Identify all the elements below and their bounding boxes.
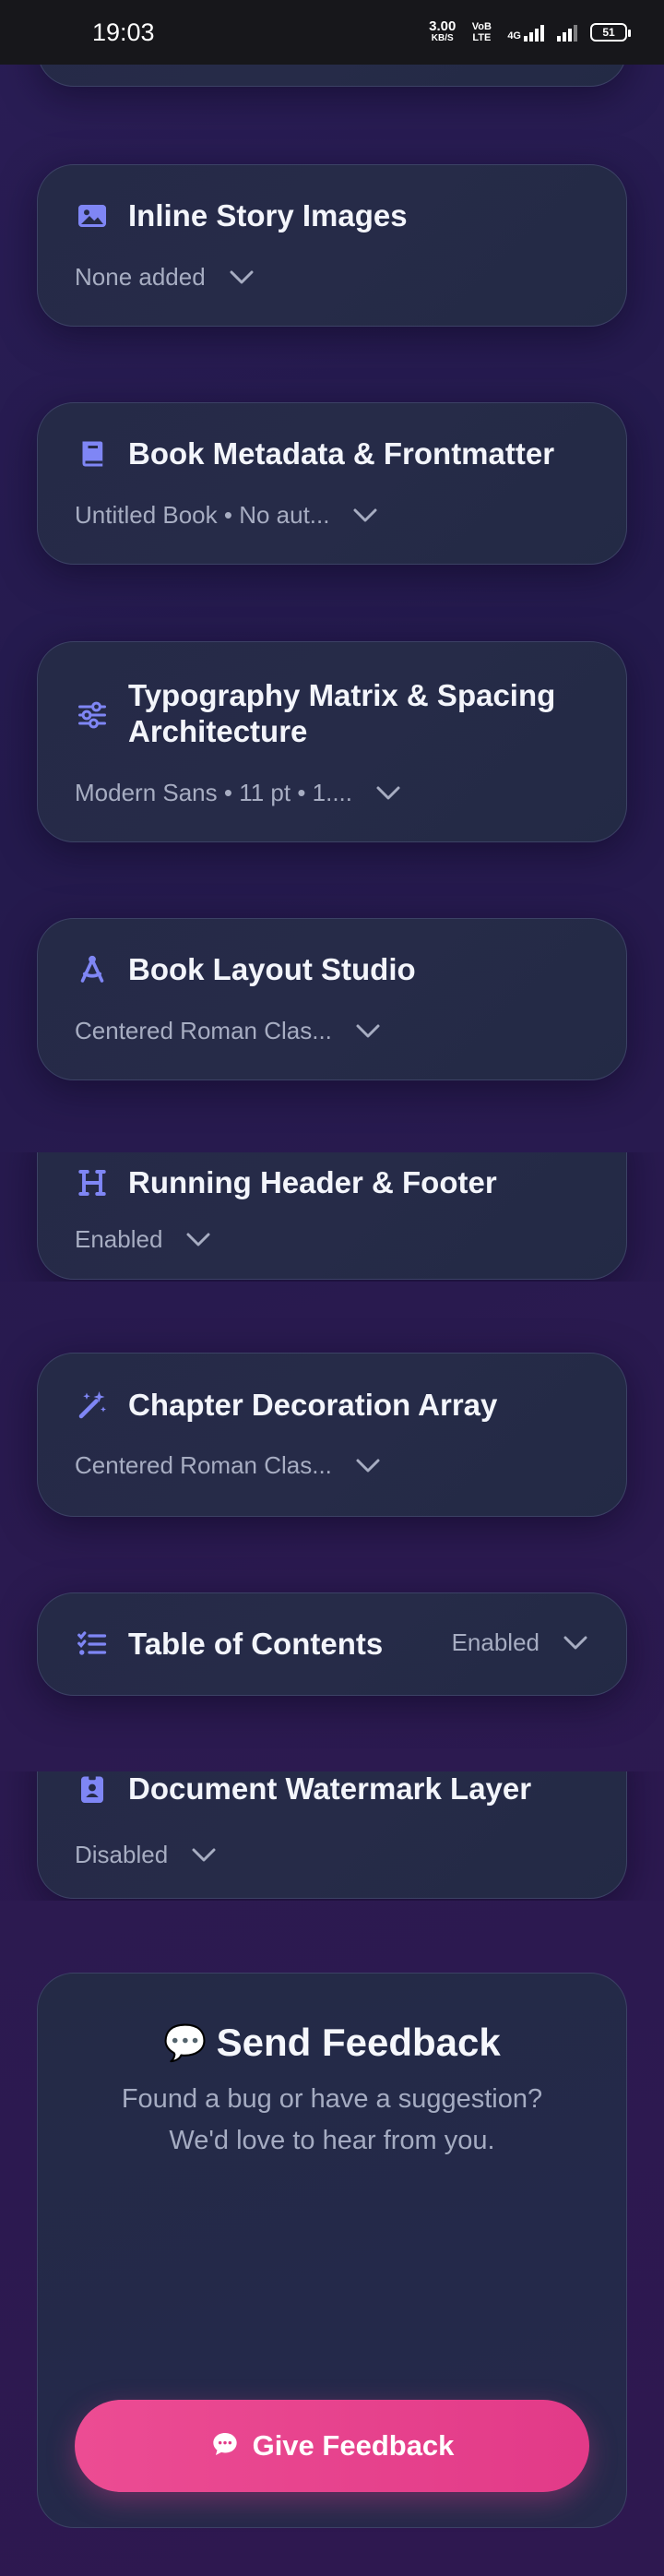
chevron-down-icon[interactable]: [184, 1231, 212, 1249]
book-layout-studio-card[interactable]: Book Layout Studio Centered Roman Clas..…: [37, 918, 627, 1080]
inline-story-images-card[interactable]: Inline Story Images None added: [37, 164, 627, 327]
sliders-icon: [75, 698, 110, 733]
document-watermark-card[interactable]: Document Watermark Layer Disabled: [37, 1771, 627, 1899]
chevron-down-icon[interactable]: [228, 268, 255, 287]
card-title: Book Metadata & Frontmatter: [128, 436, 555, 471]
status-text: Enabled: [451, 1628, 540, 1656]
card-title-continued: Architecture: [128, 714, 308, 748]
battery-level: 51: [602, 26, 615, 39]
card-summary: Untitled Book • No aut...: [75, 501, 330, 529]
volte-indicator: VoB LTE: [471, 21, 492, 43]
card-title: Document Watermark Layer: [128, 1771, 532, 1806]
speech-bubble-icon: 💬: [163, 2021, 208, 2063]
status-time: 19:03: [92, 18, 155, 46]
compass-drafting-icon: [75, 952, 110, 987]
card-title: Book Layout Studio: [128, 952, 416, 986]
give-feedback-label: Give Feedback: [252, 2429, 455, 2462]
feedback-title: Send Feedback: [216, 2021, 501, 2064]
card-title: Chapter Decoration Array: [128, 1388, 498, 1422]
image-icon: [75, 198, 110, 233]
send-feedback-card: 💬 Send Feedback Found a bug or have a su…: [37, 1973, 627, 2528]
network-type: 4G: [507, 30, 521, 42]
status-bar: 19:03 3.00 KB/S VoB LTE 4G 51: [0, 0, 664, 65]
document-watermark-clip: Document Watermark Layer Disabled: [0, 1771, 664, 1901]
card-summary: Disabled: [75, 1841, 169, 1868]
give-feedback-button[interactable]: Give Feedback: [75, 2400, 589, 2492]
book-metadata-card[interactable]: Book Metadata & Frontmatter Untitled Boo…: [37, 402, 627, 565]
running-header-card[interactable]: Running Header & Footer Enabled: [37, 1152, 627, 1280]
card-summary: Centered Roman Clas...: [75, 1451, 332, 1479]
book-icon: [75, 436, 110, 471]
id-badge-icon: [75, 1771, 110, 1807]
feedback-heading: 💬 Send Feedback: [38, 2021, 626, 2065]
feedback-description: Found a bug or have a suggestion? We'd l…: [121, 2084, 543, 2155]
card-title: Typography Matrix & Spacing: [128, 678, 556, 712]
typography-matrix-card[interactable]: Typography Matrix & Spacing Architecture…: [37, 641, 627, 842]
chevron-down-icon[interactable]: [354, 1457, 382, 1475]
card-summary: Modern Sans • 11 pt • 1....: [75, 779, 352, 806]
heading-icon: [75, 1165, 110, 1200]
list-check-icon: [75, 1627, 110, 1662]
card-title: Inline Story Images: [128, 198, 408, 233]
signal-strength-icon: [524, 23, 544, 42]
battery-icon: 51: [590, 23, 631, 42]
card-summary: None added: [75, 263, 206, 291]
status-icons: 3.00 KB/S VoB LTE 4G 51: [429, 18, 631, 44]
card-summary: Centered Roman Clas...: [75, 1017, 332, 1044]
chevron-down-icon[interactable]: [562, 1634, 589, 1652]
chevron-down-icon[interactable]: [374, 784, 402, 803]
table-of-contents-card[interactable]: Table of Contents Enabled: [37, 1592, 627, 1696]
card-title: Running Header & Footer: [128, 1165, 497, 1199]
comment-icon: [210, 2429, 240, 2463]
chevron-down-icon[interactable]: [351, 507, 379, 525]
card-title: Table of Contents: [128, 1627, 384, 1661]
signal-strength-icon: [557, 23, 577, 42]
running-header-clip: Running Header & Footer Enabled: [0, 1152, 664, 1282]
chevron-down-icon[interactable]: [354, 1022, 382, 1041]
card-summary: Enabled: [75, 1225, 163, 1253]
mobile-data-indicator: 4G: [507, 23, 544, 42]
network-speed: 3.00 KB/S: [429, 18, 456, 43]
chapter-decoration-card[interactable]: Chapter Decoration Array Centered Roman …: [37, 1353, 627, 1517]
chevron-down-icon[interactable]: [190, 1846, 218, 1865]
magic-wand-icon: [75, 1388, 110, 1423]
